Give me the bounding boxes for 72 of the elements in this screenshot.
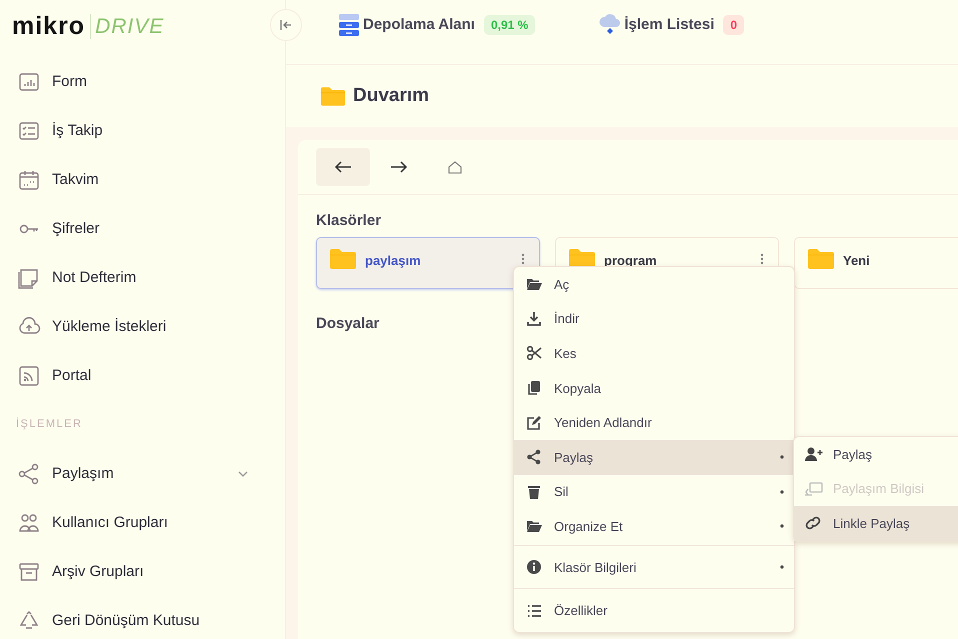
- menu-item[interactable]: Kopyala: [514, 370, 794, 406]
- share-icon: [17, 462, 41, 484]
- sidebar-item[interactable]: Kullanıcı Grupları: [0, 498, 285, 547]
- home-icon: [446, 159, 464, 175]
- folder-name: paylaşım: [365, 253, 422, 268]
- download-icon: [526, 310, 542, 327]
- menu-item[interactable]: Klasör Bilgileri: [514, 550, 794, 584]
- page-title: Duvarım: [353, 85, 430, 107]
- back-arrow-icon: [334, 159, 352, 175]
- share-icon: [526, 449, 542, 466]
- sidebar-item[interactable]: Geri Dönüşüm Kutusu: [0, 596, 285, 639]
- list-icon: [526, 602, 542, 619]
- sidebar-item[interactable]: Form: [0, 57, 285, 106]
- header-label[interactable]: İşlem Listesi: [624, 16, 714, 33]
- sidebar-item[interactable]: İş Takip: [0, 106, 285, 155]
- folder-icon: [526, 276, 542, 292]
- submenu-item[interactable]: Linkle Paylaş: [794, 506, 958, 541]
- count-badge: 0: [723, 14, 744, 34]
- sidebar-item[interactable]: Yükleme İstekleri: [0, 302, 285, 351]
- count-badge: 0,91 %: [484, 14, 536, 34]
- submenu-item[interactable]: Paylaş: [794, 437, 958, 472]
- more-button[interactable]: [521, 253, 525, 265]
- folder-icon: [807, 248, 835, 270]
- more-button[interactable]: [760, 253, 764, 265]
- logo-product: DRIVE: [95, 16, 164, 36]
- share-info-icon: [804, 480, 823, 497]
- forward-arrow-icon: [390, 159, 408, 175]
- copy-icon: [526, 380, 542, 396]
- logo-brand: mikro: [12, 14, 92, 38]
- add-user-icon: [804, 446, 823, 462]
- calendar-icon: [17, 168, 41, 190]
- collapse-sidebar-button[interactable]: [270, 9, 302, 41]
- folder-name: Yeni: [843, 253, 871, 268]
- link-icon: [804, 515, 823, 532]
- folder-icon: [526, 518, 542, 534]
- folder-card[interactable]: paylaşım: [316, 237, 540, 289]
- users-icon: [17, 512, 41, 534]
- menu-item[interactable]: Organize Et: [514, 509, 794, 544]
- sidebar-item[interactable]: Şifreler: [0, 204, 285, 253]
- back-button[interactable]: [316, 148, 370, 186]
- menu-item[interactable]: Özellikler: [514, 593, 794, 628]
- kebab-icon: [760, 253, 764, 265]
- edit-icon: [526, 414, 542, 431]
- menu-item[interactable]: Kes: [514, 336, 794, 371]
- header-label[interactable]: Depolama Alanı: [363, 16, 475, 33]
- chart-icon: [17, 70, 41, 92]
- folder-icon: [329, 248, 357, 270]
- menu-item[interactable]: Yeniden Adlandır: [514, 405, 794, 440]
- sidebar-item[interactable]: Arşiv Grupları: [0, 547, 285, 596]
- folder-icon: [320, 86, 346, 106]
- archive-icon: [17, 560, 41, 582]
- sidebar-item[interactable]: Paylaşım: [0, 449, 285, 498]
- collapse-icon: [280, 20, 292, 30]
- menu-item[interactable]: İndir: [514, 302, 794, 336]
- section-heading: İŞLEMLER: [15, 416, 84, 432]
- checklist-icon: [17, 120, 41, 142]
- section-heading: Dosyalar: [316, 315, 380, 332]
- recycle-icon: [17, 610, 41, 632]
- sidebar-item[interactable]: Not Defterim: [0, 253, 285, 302]
- folder-name: program: [604, 253, 658, 268]
- server-icon: [338, 12, 360, 36]
- scissors-icon: [526, 345, 542, 362]
- menu-item[interactable]: Sil: [514, 474, 794, 510]
- menu-item[interactable]: Paylaş: [514, 440, 794, 475]
- section-heading: Klasörler: [316, 212, 382, 229]
- trash-icon: [526, 484, 542, 500]
- info-icon: [526, 559, 542, 576]
- sidebar-item[interactable]: Takvim: [0, 155, 285, 204]
- rss-icon: [17, 364, 41, 386]
- kebab-icon: [521, 253, 525, 265]
- sidebar-item[interactable]: Portal: [0, 351, 285, 400]
- folder-card[interactable]: Yeni: [794, 237, 958, 289]
